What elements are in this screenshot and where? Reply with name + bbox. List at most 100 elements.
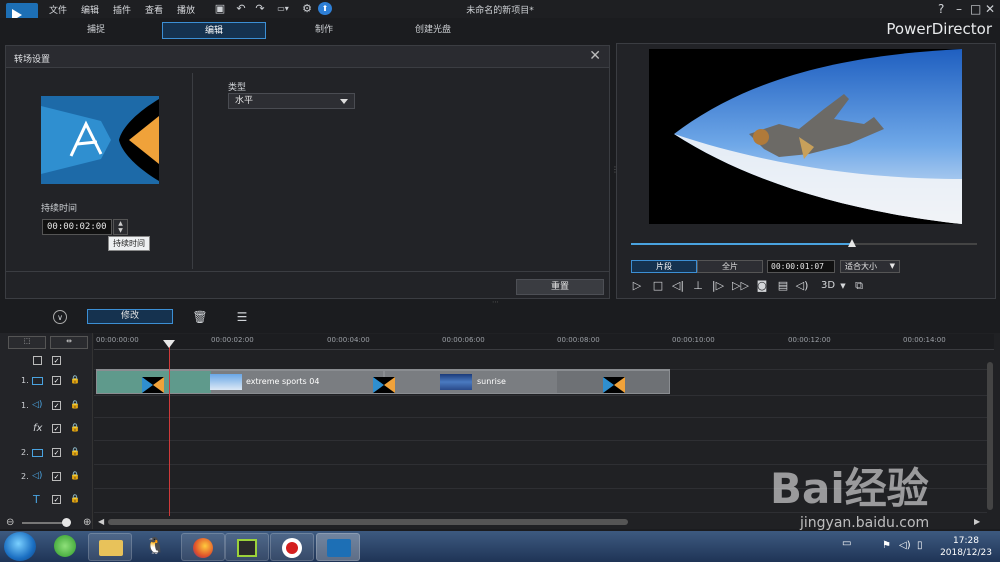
start-button[interactable] bbox=[4, 532, 36, 561]
3d-dropdown-icon[interactable]: ▼ bbox=[836, 279, 850, 293]
preview-timecode[interactable]: 00:00:01:07 bbox=[767, 260, 835, 273]
clock-date: 2018/12/23 bbox=[940, 548, 992, 558]
select-all-checkbox[interactable] bbox=[33, 356, 42, 365]
track-enable-checkbox[interactable]: ✓ bbox=[52, 495, 61, 504]
menu-view[interactable]: 查看 bbox=[145, 3, 163, 16]
tick-4: 00:00:08:00 bbox=[557, 336, 600, 344]
help-icon[interactable]: ? bbox=[938, 2, 944, 16]
next-frame-icon[interactable]: |▷ bbox=[711, 279, 725, 293]
undo-icon[interactable]: ↶ bbox=[234, 2, 248, 15]
transition-marker[interactable] bbox=[142, 377, 164, 393]
tab-capture[interactable]: 捕捉 bbox=[58, 22, 134, 39]
zoom-in-icon[interactable]: ⊕ bbox=[83, 517, 91, 528]
tab-produce[interactable]: 制作 bbox=[282, 22, 366, 39]
taskbar-explorer[interactable] bbox=[88, 533, 132, 561]
tab-create-disc[interactable]: 创建光盘 bbox=[390, 22, 476, 39]
settings-gear-icon[interactable]: ⚙ bbox=[300, 2, 314, 15]
stop-icon[interactable]: □ bbox=[651, 279, 665, 293]
vertical-scrollbar[interactable] bbox=[987, 362, 993, 510]
3d-label: 3D bbox=[820, 280, 836, 291]
fit-size-select[interactable]: 适合大小 bbox=[840, 260, 900, 273]
movie-mode-button[interactable]: 全片 bbox=[697, 260, 763, 273]
taskbar-powerdirector[interactable] bbox=[316, 533, 360, 561]
modify-button[interactable]: 修改 bbox=[87, 309, 173, 324]
taskbar-360-icon[interactable] bbox=[54, 535, 76, 557]
tray-volume-icon[interactable]: ◁) bbox=[899, 540, 911, 551]
preview-video bbox=[649, 49, 962, 224]
subtitle-icon[interactable]: ▤ bbox=[776, 279, 790, 293]
undock-icon[interactable]: ⧉ bbox=[852, 279, 866, 293]
enable-all-checkbox[interactable]: ✓ bbox=[52, 356, 61, 365]
tick-5: 00:00:10:00 bbox=[672, 336, 715, 344]
play-icon[interactable]: ▷ bbox=[630, 279, 644, 293]
spin-up-icon[interactable]: ▲ bbox=[114, 220, 127, 227]
duration-spinner[interactable]: ▲ ▼ bbox=[113, 219, 128, 235]
track-manager-button[interactable]: ⬚ bbox=[8, 336, 46, 349]
track-enable-checkbox[interactable]: ✓ bbox=[52, 401, 61, 410]
tray-network-icon[interactable]: ▯ bbox=[917, 540, 923, 551]
menu-file[interactable]: 文件 bbox=[49, 3, 67, 16]
tab-edit[interactable]: 编辑 bbox=[162, 22, 266, 39]
clip-sunrise[interactable] bbox=[384, 370, 670, 394]
update-icon[interactable]: ⬆ bbox=[318, 2, 332, 15]
clip-thumbnail bbox=[440, 374, 472, 390]
lock-icon[interactable]: 🔒 bbox=[70, 423, 80, 433]
aspect-ratio-icon[interactable]: ▭▾ bbox=[273, 2, 293, 15]
taskbar-recorder[interactable] bbox=[270, 533, 314, 561]
collapse-icon[interactable]: ∨ bbox=[53, 310, 67, 324]
transition-marker[interactable] bbox=[603, 377, 625, 393]
type-select[interactable]: 水平 bbox=[228, 93, 355, 109]
playhead-line bbox=[169, 344, 170, 516]
horizontal-scrollbar[interactable] bbox=[108, 519, 628, 525]
save-icon[interactable]: ▣ bbox=[213, 2, 227, 15]
spin-down-icon[interactable]: ▼ bbox=[114, 227, 127, 234]
zoom-out-icon[interactable]: ⊖ bbox=[6, 517, 14, 528]
clip-mode-button[interactable]: 片段 bbox=[631, 260, 697, 273]
lock-icon[interactable]: 🔒 bbox=[70, 447, 80, 457]
duration-input[interactable]: 00:00:02:00 bbox=[42, 219, 112, 235]
lock-icon[interactable]: 🔒 bbox=[70, 494, 80, 504]
horizontal-splitter-handle[interactable]: ⋯ bbox=[492, 298, 508, 306]
trash-icon[interactable]: 🗑 bbox=[192, 309, 208, 325]
track-enable-checkbox[interactable]: ✓ bbox=[52, 448, 61, 457]
duration-tooltip: 持续时间 bbox=[108, 236, 150, 251]
fx-track-label: fx bbox=[33, 423, 43, 434]
lock-icon[interactable]: 🔒 bbox=[70, 471, 80, 481]
zoom-slider-knob[interactable] bbox=[62, 518, 71, 527]
track-enable-checkbox[interactable]: ✓ bbox=[52, 376, 61, 385]
menu-play[interactable]: 播放 bbox=[177, 3, 195, 16]
menu-edit[interactable]: 编辑 bbox=[81, 3, 99, 16]
qq-penguin-icon[interactable]: 🐧 bbox=[144, 535, 166, 557]
taskbar-clock[interactable]: 17:28 2018/12/23 bbox=[936, 535, 996, 559]
track-enable-checkbox[interactable]: ✓ bbox=[52, 424, 61, 433]
reset-button[interactable]: 重置 bbox=[516, 279, 604, 295]
lock-icon[interactable]: 🔒 bbox=[70, 375, 80, 385]
tick-7: 00:00:14:00 bbox=[903, 336, 946, 344]
playhead-handle[interactable] bbox=[163, 340, 175, 348]
list-icon[interactable]: ☰ bbox=[234, 309, 250, 325]
fast-forward-icon[interactable]: ▷▷ bbox=[732, 279, 749, 293]
track-enable-checkbox[interactable]: ✓ bbox=[52, 472, 61, 481]
maximize-icon[interactable]: □ bbox=[970, 2, 981, 16]
menu-plugins[interactable]: 插件 bbox=[113, 3, 131, 16]
close-window-icon[interactable]: ✕ bbox=[985, 2, 995, 16]
tray-flag-icon[interactable]: ⚑ bbox=[882, 540, 891, 551]
redo-icon[interactable]: ↷ bbox=[253, 2, 267, 15]
split-icon[interactable]: ⊥ bbox=[691, 279, 705, 293]
preview-scrub-knob[interactable] bbox=[848, 239, 856, 247]
fit-timeline-button[interactable]: ⇹ bbox=[50, 336, 88, 349]
scroll-left-icon[interactable]: ◀ bbox=[98, 517, 104, 526]
prev-frame-icon[interactable]: ◁| bbox=[671, 279, 685, 293]
taskbar-app-n[interactable] bbox=[225, 533, 269, 561]
panel-close-icon[interactable]: ✕ bbox=[589, 48, 601, 64]
splitter-handle[interactable]: ⋮ bbox=[611, 165, 619, 177]
taskbar-firefox[interactable] bbox=[181, 533, 225, 561]
volume-icon[interactable]: ◁) bbox=[795, 279, 809, 293]
lock-icon[interactable]: 🔒 bbox=[70, 400, 80, 410]
scroll-right-icon[interactable]: ▶ bbox=[974, 517, 980, 526]
transition-marker[interactable] bbox=[373, 377, 395, 393]
tray-keyboard-icon[interactable]: ▭ bbox=[842, 538, 851, 549]
minimize-icon[interactable]: – bbox=[956, 2, 962, 16]
clock-time: 17:28 bbox=[953, 536, 979, 546]
snapshot-icon[interactable]: ◙ bbox=[755, 279, 769, 293]
